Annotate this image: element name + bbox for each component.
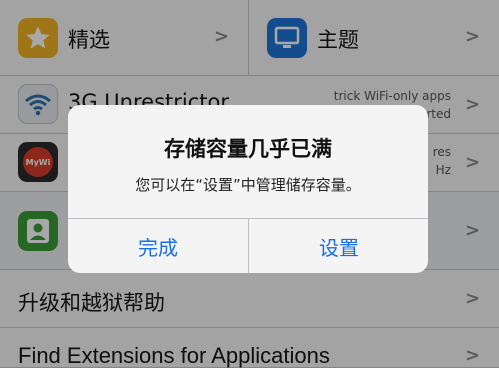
done-button[interactable]: 完成 xyxy=(68,219,248,273)
alert-title: 存储容量几乎已满 xyxy=(164,137,332,161)
alert-message: 您可以在“设置”中管理储存容量。 xyxy=(135,176,361,194)
storage-full-alert: 存储容量几乎已满 您可以在“设置”中管理储存容量。 完成 设置 xyxy=(68,105,428,273)
settings-button[interactable]: 设置 xyxy=(249,219,428,273)
